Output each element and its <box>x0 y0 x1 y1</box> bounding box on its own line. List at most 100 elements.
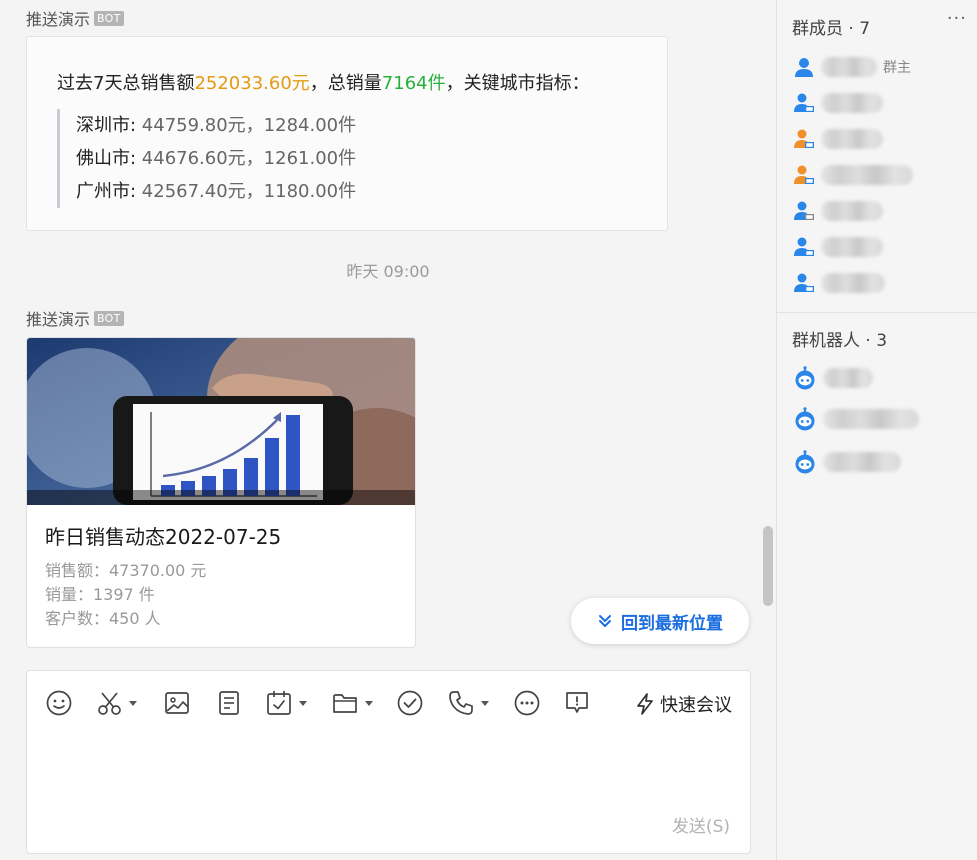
phone-icon <box>449 691 473 715</box>
message-sender[interactable]: 推送演示 BOT <box>26 6 124 30</box>
call-button[interactable] <box>447 689 489 717</box>
total-amount: 252033.60元 <box>194 73 310 94</box>
member-name-redacted <box>821 129 883 149</box>
member-item[interactable] <box>793 128 883 150</box>
schedule-button[interactable] <box>265 689 307 717</box>
user-pc-icon <box>794 201 814 220</box>
bot-name-redacted <box>823 452 901 472</box>
user-pc-icon <box>794 273 814 292</box>
member-item[interactable] <box>793 272 885 294</box>
total-qty: 7164件 <box>381 73 446 94</box>
chevron-down-icon[interactable] <box>129 700 137 706</box>
document-button[interactable] <box>215 689 243 717</box>
member-item[interactable] <box>793 200 883 222</box>
check-circle-icon <box>397 690 423 716</box>
news-line: 客户数：450 人 <box>45 609 161 628</box>
more-button[interactable] <box>513 689 541 717</box>
news-line: 销售额：47370.00 元 <box>45 561 207 580</box>
city-name: 佛山市: <box>76 148 142 169</box>
quick-meeting-button[interactable]: 快速会议 <box>634 691 732 717</box>
news-card[interactable]: 昨日销售动态2022-07-25 销售额：47370.00 元 销量：1397 … <box>26 337 416 648</box>
owner-tag: 群主 <box>883 60 911 76</box>
doc-icon <box>219 691 239 715</box>
bot-tag: BOT <box>94 10 124 26</box>
image-icon <box>165 692 189 714</box>
bot-item[interactable] <box>793 366 873 390</box>
chat-area: 推送演示 BOT 过去7天总销售额252033.60元，总销量7164件，关键城… <box>0 0 776 860</box>
jump-to-latest-button[interactable]: 回到最新位置 <box>571 598 749 644</box>
more-circle-icon <box>514 690 540 716</box>
more-options-icon[interactable]: ··· <box>947 8 967 29</box>
city-name: 广州市: <box>76 181 142 202</box>
group-sidebar: 群成员 · 7 ··· 群主 群机器人 · 3 <box>776 0 977 860</box>
city-value: 44676.60元，1261.00件 <box>141 148 357 169</box>
member-name-redacted <box>821 237 883 257</box>
sidebar-divider <box>777 312 977 313</box>
report-lead: 过去7天总销售额252033.60元，总销量7164件，关键城市指标： <box>57 69 590 95</box>
city-row: 广州市: 42567.40元，1180.00件 <box>76 175 356 208</box>
task-button[interactable] <box>396 689 424 717</box>
robot-icon <box>795 407 815 431</box>
bot-tag: BOT <box>94 310 124 326</box>
chevron-down-icon[interactable] <box>299 700 307 706</box>
send-button[interactable]: 发送(S) <box>672 812 730 837</box>
folder-icon <box>333 694 357 713</box>
city-row: 深圳市: 44759.80元，1284.00件 <box>76 109 356 142</box>
member-item[interactable] <box>793 92 883 114</box>
bot-name-redacted <box>823 368 873 388</box>
user-pc-icon <box>794 129 814 148</box>
member-name-redacted <box>821 57 877 77</box>
chat-scrollbar[interactable] <box>763 526 773 606</box>
calendar-check-icon <box>267 691 291 715</box>
members-title: 群成员 · 7 <box>792 19 871 39</box>
quick-meeting-label: 快速会议 <box>660 695 732 716</box>
news-line: 销量：1397 件 <box>45 585 155 604</box>
screenshot-button[interactable] <box>97 689 137 717</box>
member-item[interactable] <box>793 236 883 258</box>
member-name-redacted <box>821 165 913 185</box>
city-quote: 深圳市: 44759.80元，1284.00件 佛山市: 44676.60元，1… <box>57 109 356 208</box>
sender-name: 推送演示 <box>26 10 91 29</box>
bot-item[interactable] <box>793 450 901 474</box>
chevron-down-icon[interactable] <box>365 700 373 706</box>
lead-suffix: ，关键城市指标： <box>445 73 590 94</box>
chevron-down-icon[interactable] <box>481 700 489 706</box>
news-cover-image <box>27 338 415 505</box>
scissors-icon <box>98 692 121 715</box>
message-composer[interactable]: 快速会议 发送(S) <box>26 670 751 854</box>
chat-record-button[interactable] <box>563 689 591 717</box>
user-pc-icon <box>794 93 814 112</box>
bots-title: 群机器人 · 3 <box>792 331 888 351</box>
jump-label: 回到最新位置 <box>621 613 723 634</box>
image-button[interactable] <box>163 689 191 717</box>
user-pc-icon <box>794 237 814 256</box>
lightning-icon <box>637 693 653 715</box>
user-pc-icon <box>794 165 814 184</box>
member-item[interactable] <box>793 164 913 186</box>
time-separator: 昨天 09:00 <box>346 262 430 281</box>
member-name-redacted <box>821 273 885 293</box>
member-name-redacted <box>821 201 883 221</box>
double-chevron-down-icon <box>599 615 611 627</box>
bot-item[interactable] <box>793 407 919 431</box>
emoji-icon <box>46 690 72 716</box>
city-name: 深圳市: <box>76 115 142 136</box>
bot-name-redacted <box>823 409 919 429</box>
composer-toolbar: 快速会议 <box>27 685 752 725</box>
city-row: 佛山市: 44676.60元，1261.00件 <box>76 142 356 175</box>
member-item[interactable]: 群主 <box>793 56 911 78</box>
lead-prefix: 过去7天总销售额 <box>57 73 195 94</box>
robot-icon <box>795 450 815 474</box>
emoji-button[interactable] <box>45 689 73 717</box>
user-icon <box>795 58 813 77</box>
message-sender[interactable]: 推送演示 BOT <box>26 306 124 330</box>
member-name-redacted <box>821 93 883 113</box>
city-value: 42567.40元，1180.00件 <box>141 181 357 202</box>
city-value: 44759.80元，1284.00件 <box>141 115 357 136</box>
news-title: 昨日销售动态2022-07-25 <box>45 525 282 549</box>
lead-mid: ，总销量 <box>309 73 382 94</box>
file-button[interactable] <box>331 689 373 717</box>
sender-name: 推送演示 <box>26 310 91 329</box>
sales-report-message[interactable]: 过去7天总销售额252033.60元，总销量7164件，关键城市指标： 深圳市:… <box>26 36 668 231</box>
robot-icon <box>795 366 815 390</box>
